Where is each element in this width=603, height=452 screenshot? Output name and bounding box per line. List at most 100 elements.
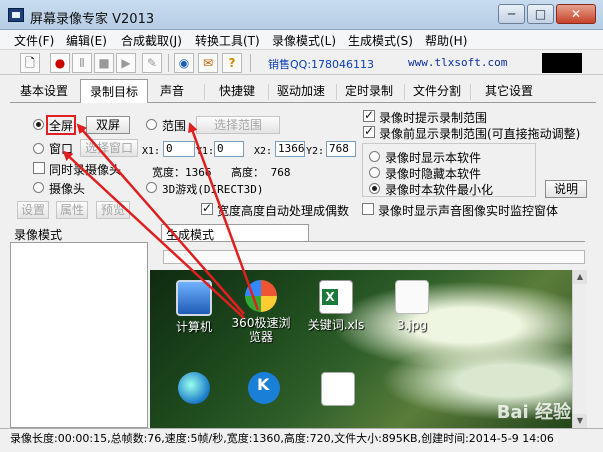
jpg-label: 3.jpg [396,318,428,332]
desktop-icon-kugou[interactable] [236,372,292,408]
radio-range[interactable] [146,119,157,130]
desktop-icon-computer[interactable]: 计算机 [166,280,222,334]
preview-button[interactable]: 预览 [96,201,130,219]
label-camera-simul: 同时录摄像头 [49,163,122,177]
tab-scheduled[interactable]: 定时录制 [340,82,398,102]
play-icon[interactable]: ▶ [116,53,136,73]
label-auto-even: 宽度高度自动处理成偶数 [217,204,350,218]
website-link[interactable]: www.tlxsoft.com [408,56,507,69]
desktop-icon-excel[interactable]: 关键词.xls [306,280,366,332]
label-camera: 摄像头 [49,182,86,196]
tab-hotkeys[interactable]: 快捷键 [210,82,264,102]
help-icon[interactable]: ? [222,53,242,73]
dual-screen-button[interactable]: 双屏 [86,116,130,134]
checkbox-show-range-while[interactable] [363,108,375,122]
close-button[interactable]: ✕ [556,4,596,24]
globe-icon[interactable]: ◉ [174,53,194,73]
progress-bar [163,250,585,264]
browser-icon [245,280,277,312]
menu-edit[interactable]: 编辑(E) [66,32,107,49]
radio-minimize-software[interactable] [369,183,380,194]
checkbox-show-range-before[interactable] [363,124,375,138]
computer-label: 计算机 [175,320,212,334]
scroll-up-icon[interactable]: ▲ [573,270,587,284]
watermark: Bai 经验 [496,402,571,423]
stop-icon[interactable]: ■ [94,53,114,73]
select-window-button[interactable]: 选择窗口 [80,139,138,157]
tab-divider [404,84,405,100]
radio-fullscreen[interactable] [33,119,44,130]
radio-camera[interactable] [33,182,44,193]
tab-divider [470,84,471,100]
computer-icon [176,280,212,316]
select-range-button[interactable]: 选择范围 [196,116,280,134]
tab-divider [268,84,269,100]
new-icon[interactable]: 🗋 [20,53,40,73]
status-bar: 录像长度:00:00:15,总帧数:76,速度:5帧/秒,宽度:1360,高度:… [0,428,603,452]
x1-input[interactable]: 0 [163,141,195,157]
y1-input[interactable]: 0 [214,141,244,157]
record-icon[interactable]: ● [50,53,70,73]
label-show-range-while: 录像时提示录制范围 [379,111,488,125]
scroll-down-icon[interactable]: ▼ [573,414,587,428]
checkbox-auto-even[interactable] [201,201,213,215]
tab-divider [336,84,337,100]
tab-record-target[interactable]: 录制目标 [80,79,148,104]
maximize-button[interactable]: □ [527,4,554,24]
radio-hide-software[interactable] [369,167,380,178]
properties-button[interactable]: 属性 [56,201,88,219]
label-realtime-monitor: 录像时显示声音图像实时监控窗体 [378,204,559,218]
menu-compose[interactable]: 合成截取(J) [121,32,182,49]
label-range: 范围 [162,119,187,133]
excel-label: 关键词.xls [307,318,365,332]
browser-label: 360极速浏览器 [231,316,291,344]
network-icon [178,372,210,404]
label-show-software: 录像时显示本软件 [385,151,482,165]
record-mode-label: 录像模式 [14,228,63,242]
y2-input[interactable]: 768 [326,141,356,157]
tab-driver-accel[interactable]: 驱动加速 [272,82,330,102]
desktop-icon-network[interactable] [166,372,222,408]
pen-icon[interactable]: ✎ [142,53,162,73]
tab-divider [204,84,205,100]
pause-icon[interactable]: Ⅱ [72,53,92,73]
preview-scrollbar[interactable]: ▲ ▼ [572,270,587,428]
label-minimize-software: 录像时本软件最小化 [385,183,494,197]
menu-generate-mode[interactable]: 生成模式(S) [348,32,413,49]
desktop-icon-browser[interactable]: 360极速浏览器 [226,280,296,344]
tab-sound[interactable]: 声音 [152,82,192,102]
menu-file[interactable]: 文件(F) [14,32,54,49]
app-icon [8,8,24,22]
checkbox-camera-simul[interactable] [33,162,45,174]
label-fullscreen: 全屏 [49,119,74,133]
toolbar-separator [250,54,251,72]
menu-record-mode[interactable]: 录像模式(L) [272,32,336,49]
kugou-icon [248,372,280,404]
toolbar-separator [168,54,169,72]
width-readout: 宽度：1366 [152,166,212,179]
x2-label: X2: [254,146,273,157]
minimize-button[interactable]: ─ [498,4,525,24]
radio-3dgame[interactable] [146,182,157,193]
record-list[interactable] [10,242,148,428]
explain-button[interactable]: 说明 [545,180,587,198]
x1-label: X1: [142,146,161,157]
tab-basic[interactable]: 基本设置 [14,82,74,102]
settings-button[interactable]: 设置 [17,201,49,219]
generate-divider [161,241,585,242]
menu-help[interactable]: 帮助(H) [425,32,467,49]
excel-file-icon [319,280,353,314]
radio-window[interactable] [33,143,44,154]
preview-box [542,53,582,73]
checkbox-realtime-monitor[interactable] [362,203,374,215]
desktop-icon-document[interactable] [310,372,366,410]
sales-qq: 销售QQ:178046113 [268,58,375,71]
tab-file-split[interactable]: 文件分割 [408,82,466,102]
radio-show-software[interactable] [369,151,380,162]
y1-label: Y1: [196,146,215,157]
desktop-icon-jpg[interactable]: 3.jpg [384,280,440,332]
menu-convert[interactable]: 转换工具(T) [195,32,260,49]
tab-other-settings[interactable]: 其它设置 [476,82,542,102]
gift-icon[interactable]: ✉ [198,53,218,73]
x2-input[interactable]: 1366 [275,141,305,157]
